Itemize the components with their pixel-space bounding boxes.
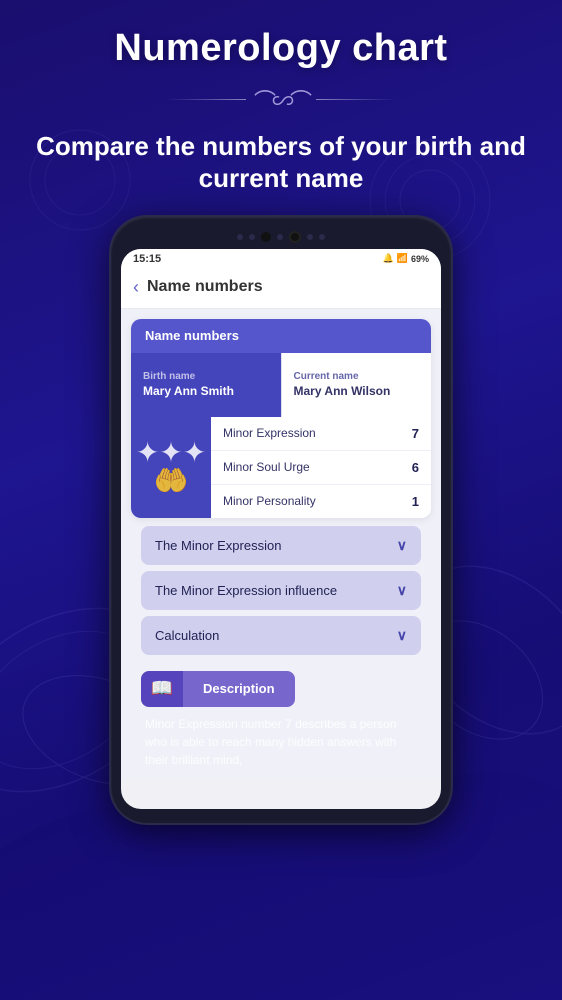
number-label-expression: Minor Expression: [223, 426, 316, 440]
description-icon-box: 📖: [141, 671, 183, 707]
main-title: Numerology chart: [114, 28, 447, 70]
accordion-label-expression: The Minor Expression: [155, 538, 281, 553]
accordion-item-expression-influence[interactable]: The Minor Expression influence ∨: [141, 571, 421, 610]
back-button[interactable]: ‹: [133, 277, 139, 298]
subtitle: Compare the numbers of your birth and cu…: [0, 130, 562, 195]
status-bar: 15:15 🔔 📶 69%: [121, 249, 441, 269]
number-label-soul-urge: Minor Soul Urge: [223, 460, 310, 474]
star-hand-icon: ✦✦✦🤲: [136, 439, 206, 495]
phone-top-bar: [121, 231, 441, 243]
chevron-down-icon-calculation: ∨: [397, 627, 407, 644]
birth-name-value: Mary Ann Smith: [143, 384, 269, 398]
phone-dot-6: [319, 234, 325, 240]
status-time: 15:15: [133, 253, 161, 265]
phone-camera: [289, 231, 301, 243]
current-name-column[interactable]: Current name Mary Ann Wilson: [281, 353, 432, 417]
ornament-line-left: [166, 99, 246, 100]
status-icons: 🔔 📶 69%: [383, 253, 429, 264]
description-section: 📖 Description Minor Expression number 7 …: [131, 661, 431, 769]
current-name-label: Current name: [294, 371, 420, 382]
birth-name-column[interactable]: Birth name Mary Ann Smith: [131, 353, 281, 417]
accordion-label-calculation: Calculation: [155, 628, 219, 643]
number-row-personality[interactable]: Minor Personality 1: [211, 485, 431, 518]
number-label-personality: Minor Personality: [223, 494, 316, 508]
phone-dot-3: [261, 232, 271, 242]
phone-dot-4: [277, 234, 283, 240]
card-header: Name numbers: [131, 319, 431, 353]
accordion-section: The Minor Expression ∨ The Minor Express…: [131, 518, 431, 655]
phone-dot-2: [249, 234, 255, 240]
numbers-section: ✦✦✦🤲 Minor Expression 7 Minor: [131, 417, 431, 518]
description-text: Minor Expression number 7 describes a pe…: [141, 715, 421, 769]
names-row: Birth name Mary Ann Smith Current name M…: [131, 353, 431, 417]
number-row-expression[interactable]: Minor Expression 7: [211, 417, 431, 451]
description-label: Description: [203, 681, 275, 696]
app-content: Name numbers Birth name Mary Ann Smith C…: [121, 309, 441, 779]
number-value-expression: 7: [412, 426, 419, 441]
name-numbers-card: Name numbers Birth name Mary Ann Smith C…: [131, 319, 431, 518]
description-label-box[interactable]: Description: [183, 671, 295, 707]
chevron-down-icon-expression: ∨: [397, 537, 407, 554]
number-value-personality: 1: [412, 494, 419, 509]
page-background: Numerology chart ⌒∽⌒ Compare the numbers…: [0, 0, 562, 1000]
app-header: ‹ Name numbers: [121, 269, 441, 309]
description-icon-row: 📖 Description: [141, 671, 421, 707]
number-value-soul-urge: 6: [412, 460, 419, 475]
phone-screen: 15:15 🔔 📶 69% ‹ Name numbers: [121, 249, 441, 809]
numbers-icon-column: ✦✦✦🤲: [131, 417, 211, 518]
status-icon-alarm: 🔔: [383, 253, 394, 264]
ornament-icon: ⌒∽⌒: [254, 84, 308, 116]
numbers-list: Minor Expression 7 Minor Soul Urge 6 Min…: [211, 417, 431, 518]
current-name-value: Mary Ann Wilson: [294, 384, 420, 398]
accordion-label-expression-influence: The Minor Expression influence: [155, 583, 337, 598]
phone-dot-5: [307, 234, 313, 240]
ornament-divider: ⌒∽⌒: [166, 84, 396, 116]
accordion-item-expression[interactable]: The Minor Expression ∨: [141, 526, 421, 565]
card-header-label: Name numbers: [145, 328, 239, 343]
app-header-title: Name numbers: [147, 278, 263, 296]
status-battery: 69%: [411, 254, 429, 264]
birth-name-label: Birth name: [143, 371, 269, 382]
number-row-soul-urge[interactable]: Minor Soul Urge 6: [211, 451, 431, 485]
status-icon-wifi: 📶: [397, 253, 408, 264]
phone-mockup: 15:15 🔔 📶 69% ‹ Name numbers: [111, 217, 451, 823]
book-icon: 📖: [151, 678, 173, 699]
accordion-item-calculation[interactable]: Calculation ∨: [141, 616, 421, 655]
phone-dot-1: [237, 234, 243, 240]
ornament-line-right: [316, 99, 396, 100]
chevron-down-icon-influence: ∨: [397, 582, 407, 599]
